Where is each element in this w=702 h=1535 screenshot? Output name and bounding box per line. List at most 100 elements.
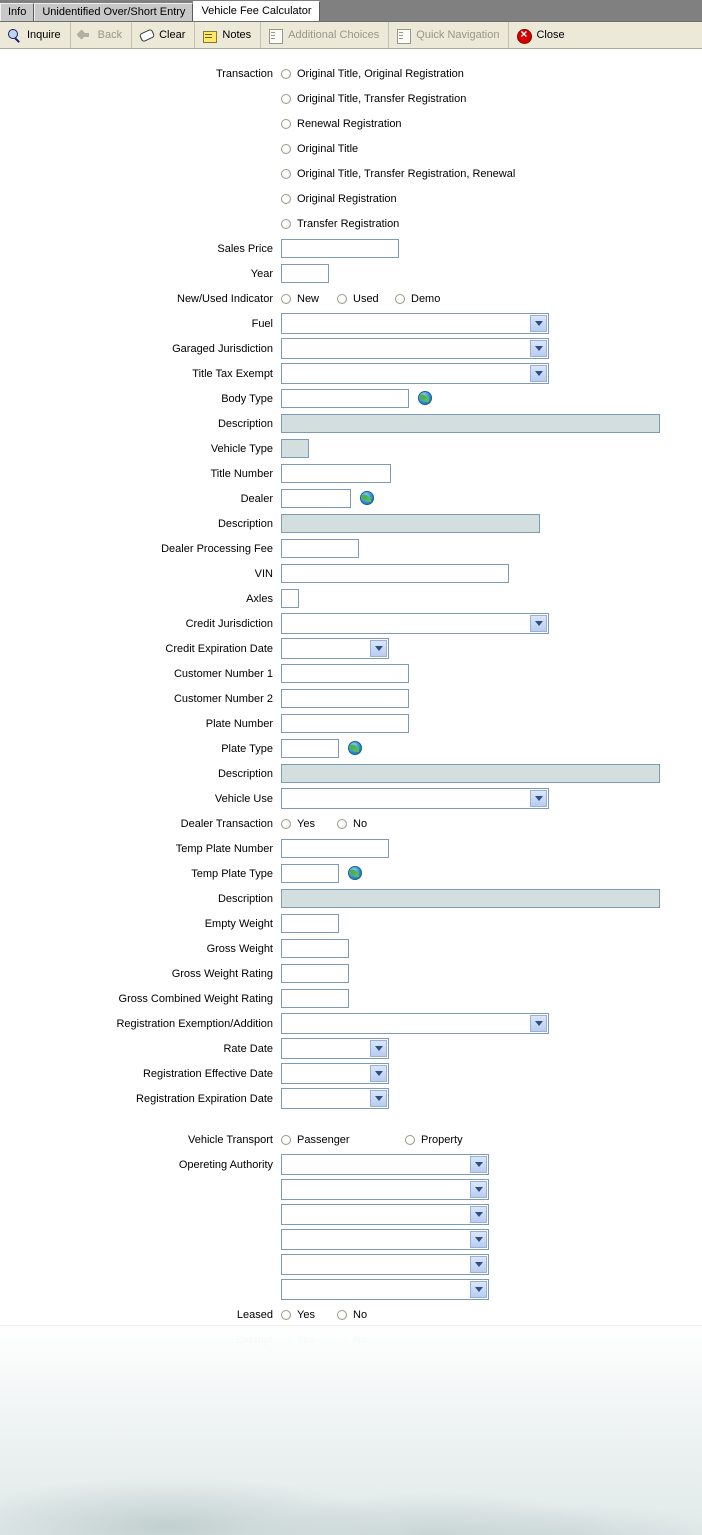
chevron-down-icon[interactable] bbox=[530, 615, 547, 632]
globe-lookup-icon[interactable] bbox=[348, 741, 363, 756]
vehicle-use-select[interactable] bbox=[281, 788, 549, 809]
globe-lookup-icon[interactable] bbox=[348, 866, 363, 881]
notes-button[interactable]: Notes bbox=[195, 22, 262, 48]
radio-demo[interactable]: Demo bbox=[395, 293, 440, 305]
radio-transaction-original-title-transfer-registration-renewal[interactable]: Original Title, Transfer Registration, R… bbox=[281, 168, 515, 180]
dealer-input[interactable] bbox=[281, 489, 351, 508]
chevron-down-icon[interactable] bbox=[530, 365, 547, 382]
chevron-down-icon[interactable] bbox=[470, 1156, 487, 1173]
chevron-down-icon[interactable] bbox=[470, 1256, 487, 1273]
chevron-down-icon[interactable] bbox=[530, 790, 547, 807]
tab-vehicle-fee-calculator[interactable]: Vehicle Fee Calculator bbox=[193, 1, 320, 21]
field-row-dealer: Dealer bbox=[0, 486, 702, 511]
radio-exempt-yes[interactable]: Yes bbox=[281, 1334, 337, 1346]
sales-price-input[interactable] bbox=[281, 239, 399, 258]
body-type-input[interactable] bbox=[281, 389, 409, 408]
dealer-processing-fee-input[interactable] bbox=[281, 539, 359, 558]
radio-vehicle-transport-passenger[interactable]: Passenger bbox=[281, 1134, 405, 1146]
chevron-down-icon[interactable] bbox=[470, 1281, 487, 1298]
operating-authority-select-2[interactable] bbox=[281, 1179, 489, 1200]
field-row-body-type-description: Description bbox=[0, 411, 702, 436]
radio-used[interactable]: Used bbox=[337, 293, 395, 305]
chevron-down-icon[interactable] bbox=[370, 1065, 387, 1082]
gross-weight-input[interactable] bbox=[281, 939, 349, 958]
chevron-down-icon[interactable] bbox=[370, 640, 387, 657]
chevron-down-icon[interactable] bbox=[370, 1040, 387, 1057]
radio-transaction-original-title[interactable]: Original Title bbox=[281, 143, 358, 155]
back-button[interactable]: Back bbox=[71, 22, 133, 48]
customer-number-1-input[interactable] bbox=[281, 664, 409, 683]
rate-date-select[interactable] bbox=[281, 1038, 389, 1059]
tab-unidentified-over-short-entry[interactable]: Unidentified Over/Short Entry bbox=[34, 3, 194, 21]
chevron-down-icon[interactable] bbox=[370, 1090, 387, 1107]
operating-authority-select-1[interactable] bbox=[281, 1154, 489, 1175]
year-input[interactable] bbox=[281, 264, 329, 283]
globe-lookup-icon[interactable] bbox=[360, 491, 375, 506]
field-row-fuel: Fuel bbox=[0, 311, 702, 336]
field-row-vehicle-type: Vehicle Type bbox=[0, 436, 702, 461]
field-row-registration-exemption-addition: Registration Exemption/Addition bbox=[0, 1011, 702, 1036]
radio-dealer-transaction-yes[interactable]: Yes bbox=[281, 818, 337, 830]
field-row-rate-date: Rate Date bbox=[0, 1036, 702, 1061]
chevron-down-icon[interactable] bbox=[470, 1206, 487, 1223]
operating-authority-select-4[interactable] bbox=[281, 1229, 489, 1250]
radio-dot-icon bbox=[337, 818, 347, 829]
clear-button[interactable]: Clear bbox=[132, 22, 196, 48]
gross-weight-rating-input[interactable] bbox=[281, 964, 349, 983]
additional-choices-button[interactable]: Additional Choices bbox=[261, 22, 390, 48]
chevron-down-icon[interactable] bbox=[470, 1181, 487, 1198]
radio-new[interactable]: New bbox=[281, 293, 337, 305]
fuel-select[interactable] bbox=[281, 313, 549, 334]
garaged-jurisdiction-select[interactable] bbox=[281, 338, 549, 359]
empty-weight-input[interactable] bbox=[281, 914, 339, 933]
chevron-down-icon[interactable] bbox=[530, 340, 547, 357]
radio-dealer-transaction-no[interactable]: No bbox=[337, 818, 367, 830]
tab-info[interactable]: Info bbox=[0, 3, 35, 21]
radio-transaction-renewal-registration[interactable]: Renewal Registration bbox=[281, 118, 402, 130]
chevron-down-icon[interactable] bbox=[530, 315, 547, 332]
radio-transaction-original-registration[interactable]: Original Registration bbox=[281, 193, 397, 205]
plate-type-input[interactable] bbox=[281, 739, 339, 758]
plate-number-input[interactable] bbox=[281, 714, 409, 733]
temp-plate-number-input[interactable] bbox=[281, 839, 389, 858]
registration-expiration-date-select[interactable] bbox=[281, 1088, 389, 1109]
axles-input[interactable] bbox=[281, 589, 299, 608]
radio-label: Original Title, Original Registration bbox=[297, 67, 464, 80]
chevron-down-icon[interactable] bbox=[530, 1015, 547, 1032]
radio-leased-yes[interactable]: Yes bbox=[281, 1309, 337, 1321]
customer-number-2-input[interactable] bbox=[281, 689, 409, 708]
field-row-operating-authority-2 bbox=[0, 1177, 702, 1202]
field-row-credit-jurisdiction: Credit Jurisdiction bbox=[0, 611, 702, 636]
radio-label: Property bbox=[421, 1133, 463, 1146]
radio-leased-no[interactable]: No bbox=[337, 1309, 367, 1321]
radio-exempt-no[interactable]: No bbox=[337, 1334, 367, 1346]
credit-jurisdiction-select[interactable] bbox=[281, 613, 549, 634]
temp-plate-type-input[interactable] bbox=[281, 864, 339, 883]
credit-expiration-date-select[interactable] bbox=[281, 638, 389, 659]
radio-transaction-transfer-registration[interactable]: Transfer Registration bbox=[281, 218, 399, 230]
gross-combined-weight-rating-input[interactable] bbox=[281, 989, 349, 1008]
operating-authority-select-5[interactable] bbox=[281, 1254, 489, 1275]
radio-vehicle-transport-property[interactable]: Property bbox=[405, 1134, 463, 1146]
chevron-down-icon[interactable] bbox=[470, 1231, 487, 1248]
title-tax-exempt-select[interactable] bbox=[281, 363, 549, 384]
registration-exemption-addition-select[interactable] bbox=[281, 1013, 549, 1034]
temp-plate-number-label: Temp Plate Number bbox=[175, 842, 273, 855]
field-row-temp-plate-number: Temp Plate Number bbox=[0, 836, 702, 861]
vin-input[interactable] bbox=[281, 564, 509, 583]
operating-authority-select-3[interactable] bbox=[281, 1204, 489, 1225]
close-button[interactable]: Close bbox=[509, 22, 573, 48]
field-row-dealer-processing-fee: Dealer Processing Fee bbox=[0, 536, 702, 561]
globe-lookup-icon[interactable] bbox=[418, 391, 433, 406]
radio-dot-icon bbox=[281, 818, 291, 829]
radio-transaction-original-title-original-registration[interactable]: Original Title, Original Registration bbox=[281, 68, 464, 80]
inquire-button[interactable]: Inquire bbox=[0, 22, 71, 48]
axles-label: Axles bbox=[246, 592, 273, 605]
quick-navigation-button[interactable]: Quick Navigation bbox=[389, 22, 510, 48]
registration-effective-date-select[interactable] bbox=[281, 1063, 389, 1084]
radio-transaction-original-title-transfer-registration[interactable]: Original Title, Transfer Registration bbox=[281, 93, 466, 105]
title-number-input[interactable] bbox=[281, 464, 391, 483]
operating-authority-select-6[interactable] bbox=[281, 1279, 489, 1300]
plate-type-description-label: Description bbox=[217, 767, 273, 780]
